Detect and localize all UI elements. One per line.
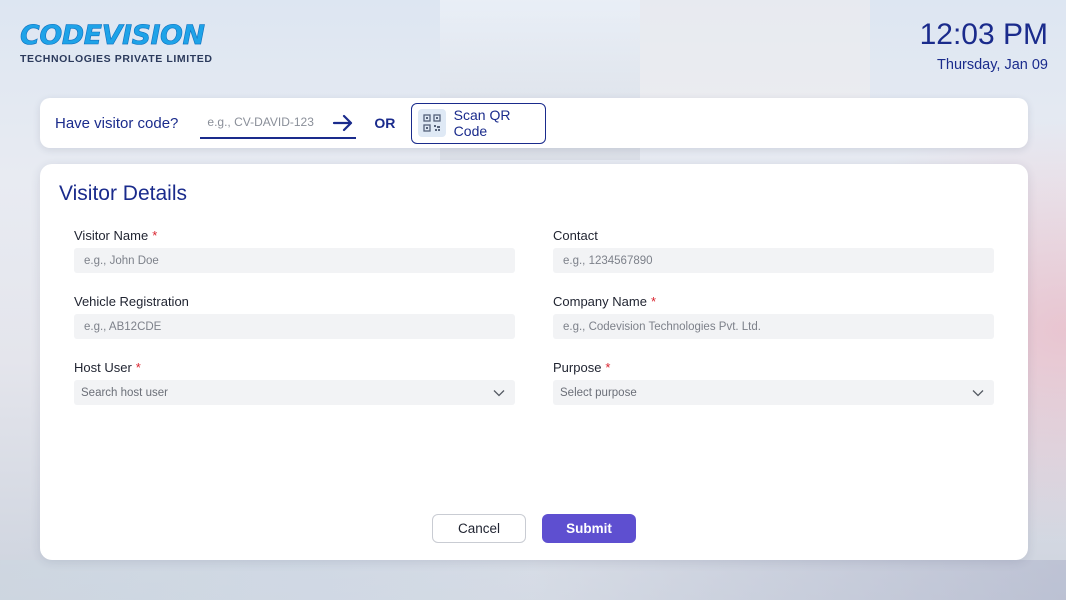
company-name-label: Company Name * <box>553 294 656 309</box>
required-asterisk: * <box>135 360 141 375</box>
cancel-button[interactable]: Cancel <box>432 514 526 543</box>
required-asterisk: * <box>605 360 611 375</box>
host-user-group: Host User * Search host user <box>74 360 515 405</box>
company-logo: CODEVISION TECHNOLOGIES PRIVATE LIMITED <box>20 20 213 65</box>
company-name-input[interactable] <box>553 314 994 339</box>
visitor-code-label: Have visitor code? <box>55 114 179 132</box>
chevron-down-icon <box>493 389 505 396</box>
logo-tagline: TECHNOLOGIES PRIVATE LIMITED <box>20 53 213 65</box>
scan-qr-label: Scan QR Code <box>453 107 511 139</box>
host-user-select[interactable]: Search host user <box>74 380 515 405</box>
required-asterisk: * <box>650 294 656 309</box>
host-user-placeholder: Search host user <box>81 386 168 399</box>
clock: 12:03 PM Thursday, Jan 09 <box>920 18 1048 73</box>
vehicle-registration-input[interactable] <box>74 314 515 339</box>
visitor-code-input[interactable] <box>200 115 321 129</box>
logo-wordmark: CODEVISION <box>20 20 206 51</box>
purpose-label: Purpose * <box>553 360 611 375</box>
qr-code-icon <box>418 109 446 137</box>
arrow-right-icon[interactable] <box>332 113 354 133</box>
form-title: Visitor Details <box>59 182 187 205</box>
contact-group: Contact <box>553 228 994 273</box>
contact-label: Contact <box>553 228 598 243</box>
submit-button[interactable]: Submit <box>542 514 636 543</box>
scan-qr-button[interactable]: Scan QR Code <box>411 102 547 144</box>
background-floor <box>0 560 1066 600</box>
chevron-down-icon <box>972 389 984 396</box>
clock-date: Thursday, Jan 09 <box>937 57 1048 73</box>
host-user-label: Host User * <box>74 360 141 375</box>
vehicle-registration-label: Vehicle Registration <box>74 294 189 309</box>
visitor-name-group: Visitor Name * <box>74 228 515 273</box>
contact-input[interactable] <box>553 248 994 273</box>
purpose-group: Purpose * Select purpose <box>553 360 994 405</box>
visitor-name-input[interactable] <box>74 248 515 273</box>
visitor-code-field <box>200 107 357 139</box>
visitor-name-label: Visitor Name * <box>74 228 158 243</box>
company-name-group: Company Name * <box>553 294 994 339</box>
vehicle-registration-group: Vehicle Registration <box>74 294 515 339</box>
clock-time: 12:03 PM <box>919 18 1048 51</box>
purpose-select[interactable]: Select purpose <box>553 380 994 405</box>
or-separator: OR <box>374 115 396 131</box>
visitor-details-card: Visitor Details Visitor Name* Contact Ve… <box>40 164 1028 560</box>
purpose-placeholder: Select purpose <box>560 386 637 399</box>
visitor-code-bar: Have visitor code? OR Scan QR Code <box>40 98 1028 148</box>
required-asterisk: * <box>152 228 158 243</box>
